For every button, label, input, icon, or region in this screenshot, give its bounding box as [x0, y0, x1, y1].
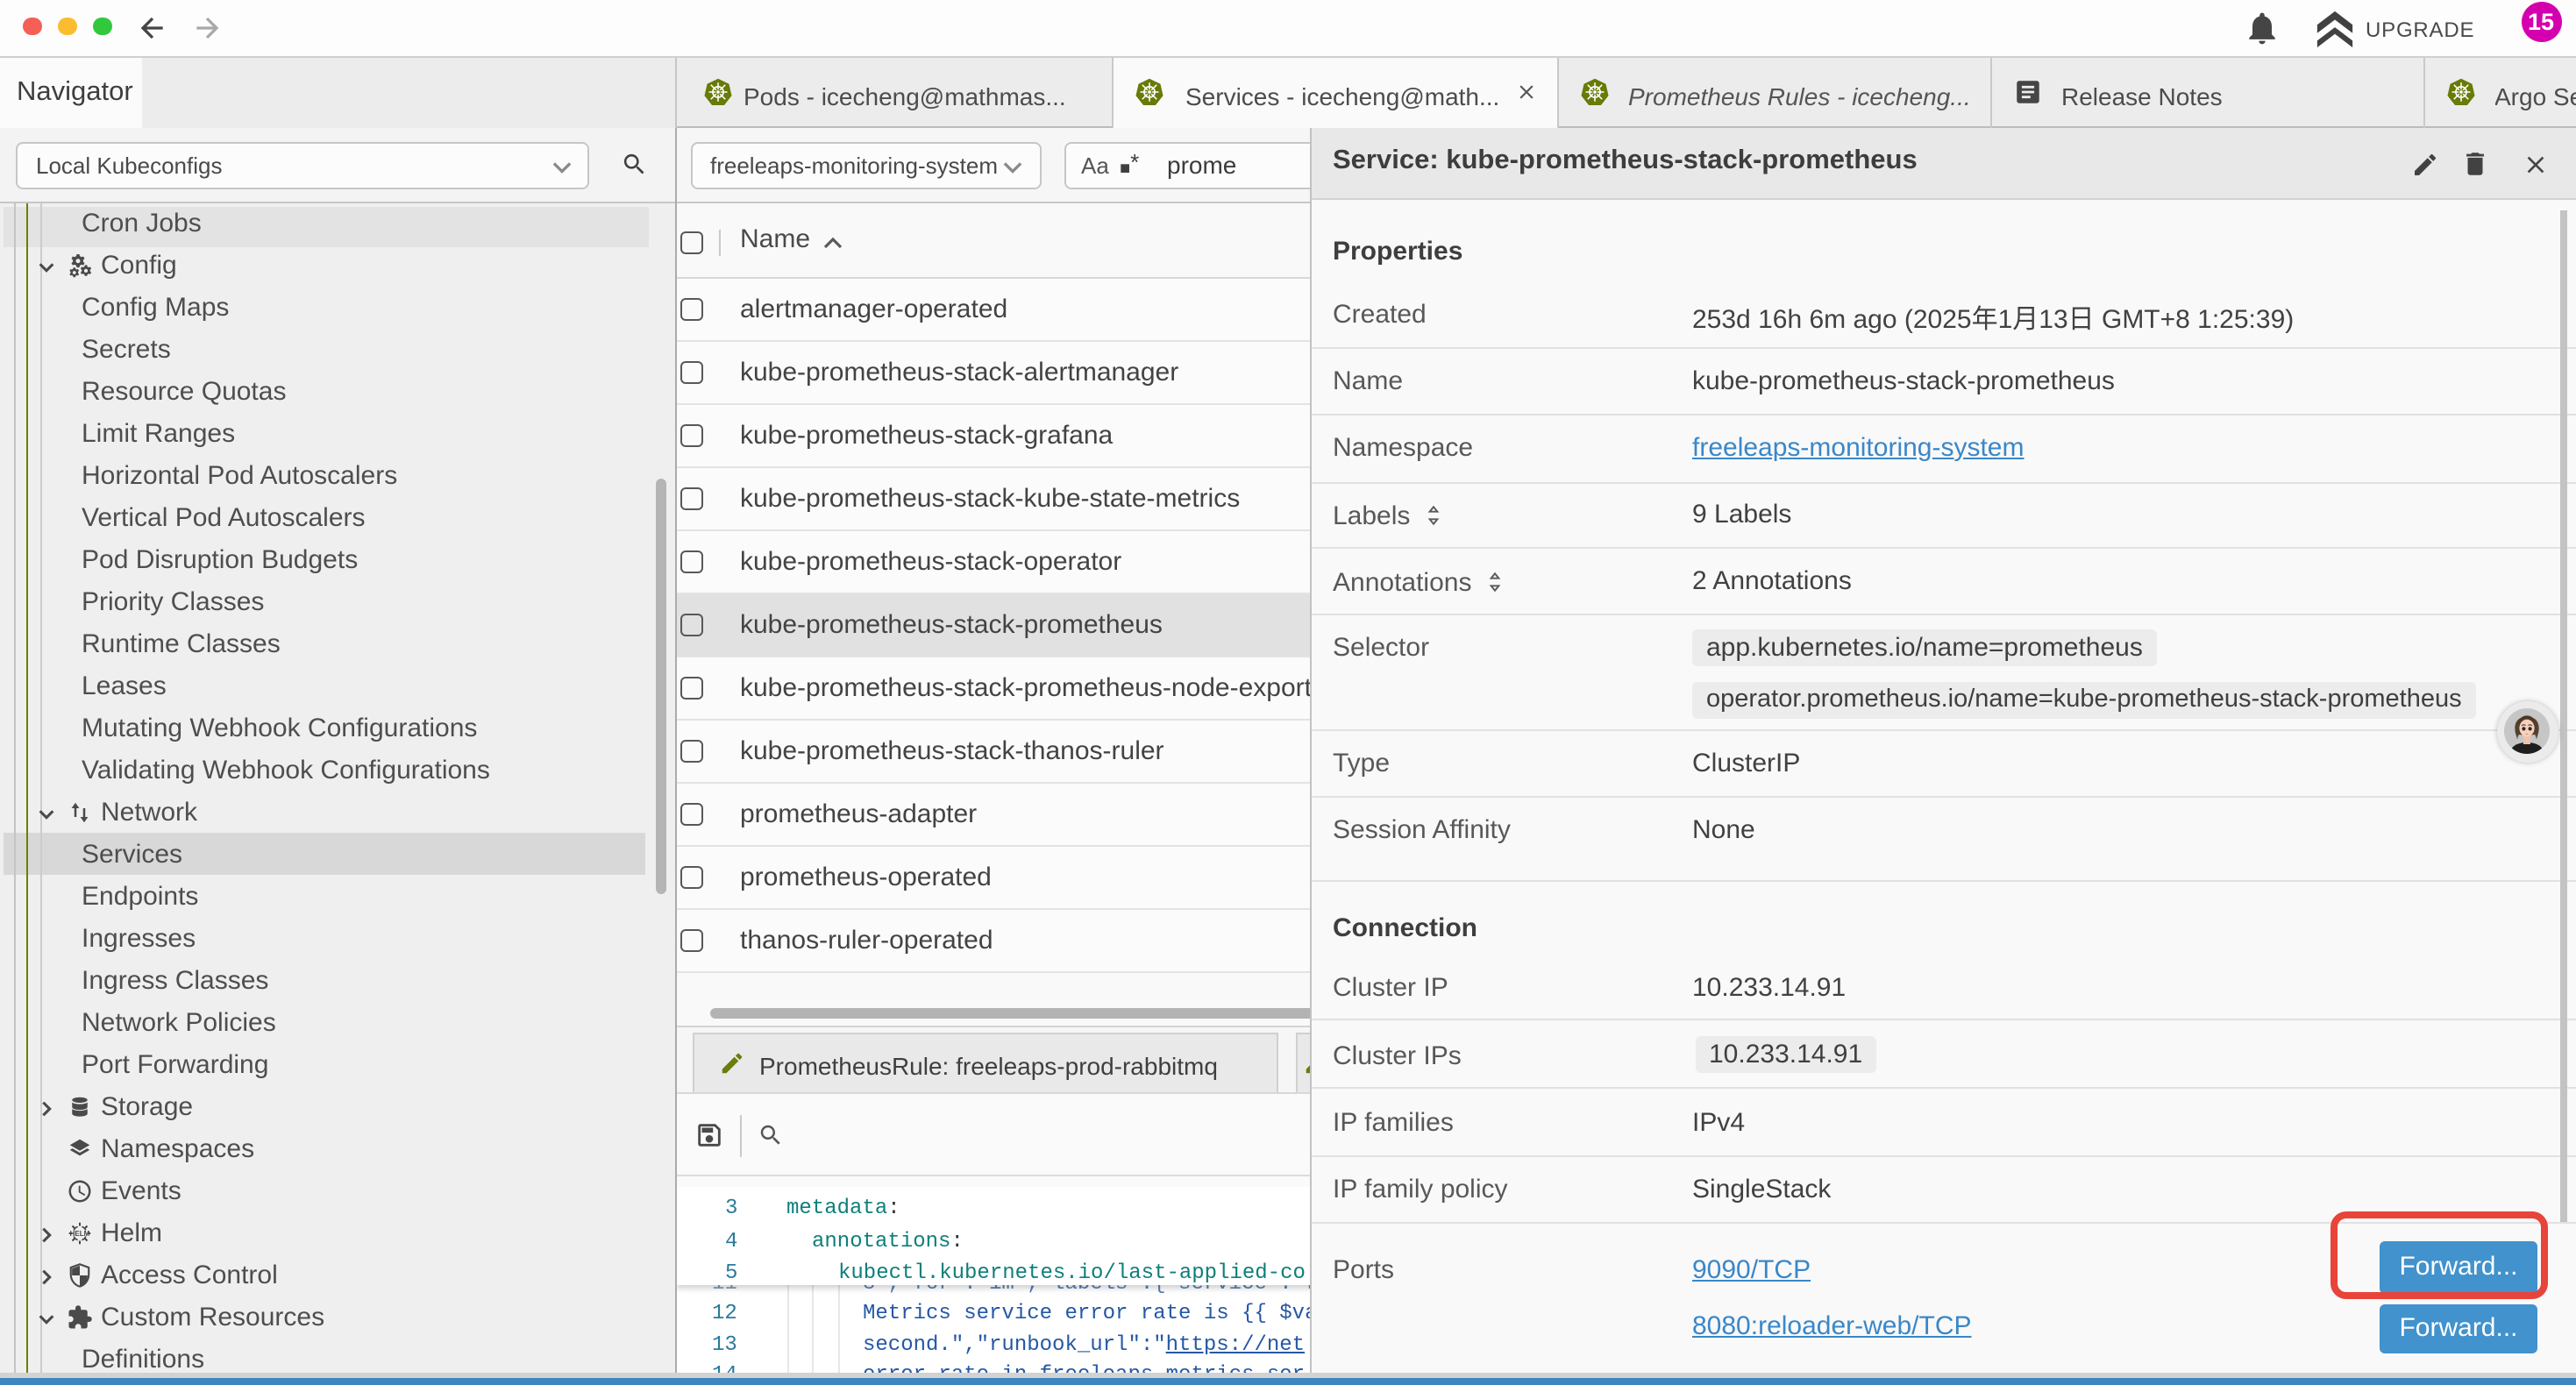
svg-text:HELM: HELM: [69, 1230, 89, 1238]
